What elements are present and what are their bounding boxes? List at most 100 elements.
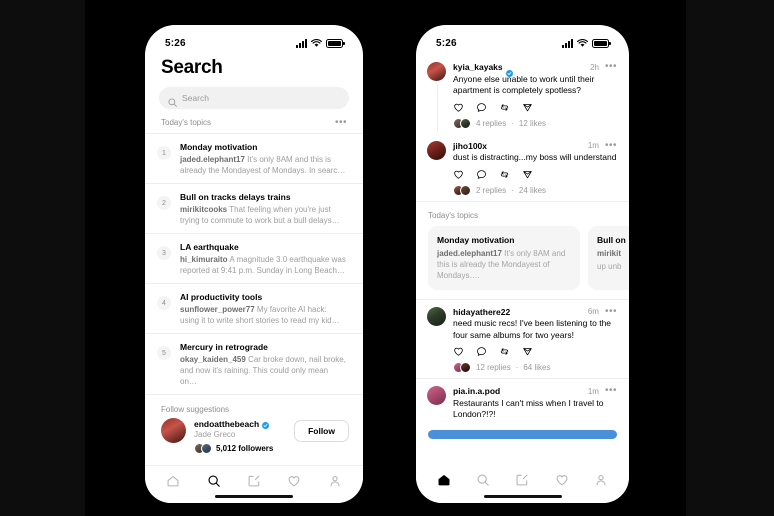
topic-list-item[interactable]: 4 AI productivity tools sunflower_power7… [145,284,363,334]
reply-icon[interactable] [476,169,487,180]
cellular-signal-icon [562,38,573,48]
topic-snippet: okay_kaiden_459 Car broke down, nail bro… [180,354,347,387]
topic-rank: 3 [157,246,171,260]
thread-connector [436,84,438,132]
topic-card[interactable]: Bull on mirikit up unb [588,225,629,290]
share-icon[interactable] [522,169,533,180]
status-clock: 5:26 [436,37,457,49]
post-timestamp: 1m [587,386,599,396]
tab-profile[interactable] [328,474,342,488]
post-header: kyia_kayaks 2h ••• [453,62,617,77]
topic-rank: 4 [157,296,171,310]
topic-list-item[interactable]: 3 LA earthquake hi_kimuraito A magnitude… [145,234,363,284]
replier-avatar-stack [453,184,471,196]
ellipsis-icon[interactable]: ••• [605,386,617,396]
avatar[interactable] [427,386,446,405]
post-like-count[interactable]: 12 likes [519,119,546,128]
post-timestamp: 6m [587,307,599,316]
topic-snippet: mirikitcooks That feeling when you're ju… [180,204,347,226]
ellipsis-icon[interactable]: ••• [605,62,617,72]
topic-title: Bull on tracks delays trains [180,192,291,202]
verified-badge-icon [262,421,270,429]
feed-post[interactable]: kyia_kayaks 2h ••• Anyone else unable to… [416,55,629,134]
topic-user: sunflower_power77 [180,305,255,314]
suggestion-username-row[interactable]: endoatthebeach [194,419,286,429]
search-input[interactable]: Search [159,87,349,109]
tab-search[interactable] [207,474,221,488]
topic-rank: 5 [157,346,171,360]
repost-icon[interactable] [499,169,510,180]
topic-user: hi_kimuraito [180,255,228,264]
feed: kyia_kayaks 2h ••• Anyone else unable to… [416,53,629,439]
ellipsis-icon[interactable]: ••• [605,140,617,150]
post-reply-count[interactable]: 2 replies [476,186,506,195]
follow-suggestion-row: endoatthebeach Jade Greco 5,012 follower… [145,418,363,454]
battery-icon [326,38,345,48]
post-reply-count[interactable]: 12 replies [476,363,511,372]
post-username[interactable]: jiho100x [453,141,487,151]
post-like-count[interactable]: 64 likes [523,363,550,372]
topic-card-title: Bull on [597,234,626,245]
avatar[interactable] [161,418,186,443]
repost-icon[interactable] [499,346,510,357]
highlight-bar[interactable] [428,429,617,439]
tab-compose[interactable] [247,474,261,488]
feed-post[interactable]: pia.in.a.pod 1m ••• Restaurants I can't … [416,378,629,426]
post-actions [453,169,617,180]
avatar[interactable] [427,306,446,326]
post-username[interactable]: kyia_kayaks [453,62,503,72]
post-reply-count[interactable]: 4 replies [476,119,506,128]
status-bar-right: 5:26 [416,25,629,53]
todays-topics-strip: Today's topics Monday motivation jaded.e… [416,200,629,299]
post-username[interactable]: hidayathere22 [453,307,510,317]
follower-avatar-stack [194,443,212,454]
avatar[interactable] [427,62,446,81]
home-indicator [483,495,562,498]
post-like-count[interactable]: 24 likes [519,186,546,195]
like-icon[interactable] [453,346,464,357]
search-icon [168,94,177,107]
post-actions [453,102,617,113]
tab-compose[interactable] [515,473,529,487]
dot-separator: · [515,363,519,372]
post-username[interactable]: pia.in.a.pod [453,386,500,396]
battery-icon [592,38,611,48]
share-icon[interactable] [522,346,533,357]
home-indicator [215,495,293,498]
topic-card[interactable]: Monday motivation jaded.elephant17 It's … [428,225,580,290]
like-icon[interactable] [453,169,464,180]
share-icon[interactable] [522,102,533,113]
tab-search[interactable] [476,473,490,487]
ellipsis-icon[interactable]: ••• [335,117,347,127]
topic-card-title: Monday motivation [437,234,515,245]
replier-avatar [460,117,471,129]
follow-button[interactable]: Follow [294,420,349,442]
feed-post[interactable]: hidayathere22 6m ••• need music recs! I'… [416,298,629,379]
repost-icon[interactable] [499,102,510,113]
like-icon[interactable] [453,102,464,113]
post-footer: 4 replies · 12 likes [453,117,617,129]
feed-post[interactable]: jiho100x 1m ••• dust is distracting...my… [416,134,629,201]
topic-card-carousel[interactable]: Monday motivation jaded.elephant17 It's … [416,225,629,299]
tab-profile[interactable] [594,473,608,487]
topic-list: 1 Monday motivation jaded.elephant17 It'… [145,133,363,395]
topic-list-item[interactable]: 2 Bull on tracks delays trains mirikitco… [145,184,363,234]
suggestion-username: endoatthebeach [194,419,260,429]
topic-snippet: hi_kimuraito A magnitude 3.0 earthquake … [180,254,347,276]
topic-list-item[interactable]: 1 Monday motivation jaded.elephant17 It'… [145,134,363,184]
reply-icon[interactable] [476,102,487,113]
dot-separator: · [511,118,514,128]
ellipsis-icon[interactable]: ••• [605,306,617,316]
reply-icon[interactable] [476,346,487,357]
status-bar-left: 5:26 [145,25,363,53]
topic-list-item[interactable]: 5 Mercury in retrograde okay_kaiden_459 … [145,334,363,395]
tab-home[interactable] [437,473,451,487]
tab-home[interactable] [166,474,180,488]
phone-left: 5:26 Search Search Today's topics ••• 1 … [145,25,363,503]
post-header: pia.in.a.pod 1m ••• [453,386,617,397]
replier-avatar-stack [453,362,471,373]
avatar[interactable] [427,140,446,160]
tab-activity[interactable] [555,473,569,487]
status-clock: 5:26 [165,37,186,49]
tab-activity[interactable] [287,474,301,488]
